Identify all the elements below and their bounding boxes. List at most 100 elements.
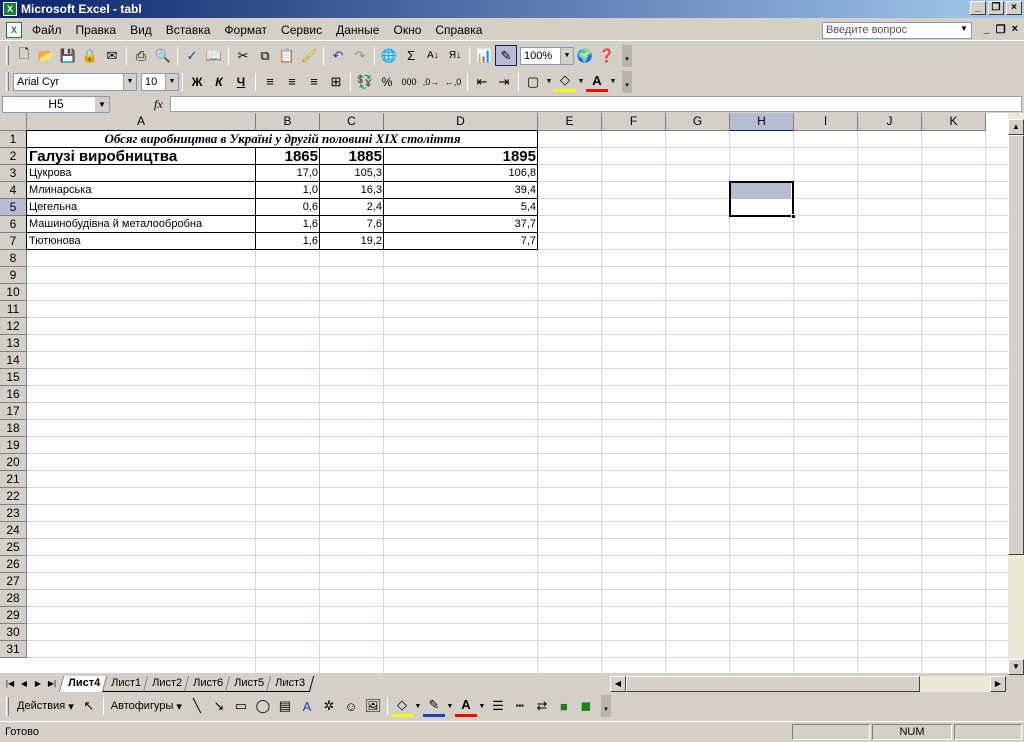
menu-data[interactable]: Данные: [329, 20, 386, 40]
row-header-15[interactable]: 15: [0, 369, 27, 386]
autosum-icon[interactable]: Σ: [400, 45, 422, 66]
row-header-26[interactable]: 26: [0, 556, 27, 573]
table-cell[interactable]: 1,6: [256, 233, 320, 250]
undo-icon[interactable]: ↶: [327, 45, 349, 66]
scroll-up-icon[interactable]: ▲: [1008, 119, 1024, 135]
row-header-1[interactable]: 1: [0, 131, 27, 148]
row-header-28[interactable]: 28: [0, 590, 27, 607]
table-cell[interactable]: 1,0: [256, 182, 320, 199]
row-header-14[interactable]: 14: [0, 352, 27, 369]
chevron-down-icon[interactable]: ▼: [960, 24, 968, 33]
help-question-input[interactable]: Введите вопрос: [822, 22, 972, 39]
vertical-scroll-thumb[interactable]: [1008, 135, 1024, 555]
column-header-d[interactable]: D: [384, 113, 538, 131]
row-header-23[interactable]: 23: [0, 505, 27, 522]
table-cell[interactable]: 37,7: [384, 216, 538, 233]
borders-icon[interactable]: ▢: [522, 71, 544, 92]
chevron-down-icon[interactable]: ▼: [608, 71, 618, 92]
row-header-5[interactable]: 5: [0, 199, 27, 216]
cell-header-4[interactable]: 1895: [384, 148, 538, 165]
globe-icon[interactable]: 🌍: [574, 45, 596, 66]
row-header-21[interactable]: 21: [0, 471, 27, 488]
font-color-icon[interactable]: A: [454, 696, 477, 717]
open-icon[interactable]: 📂: [35, 45, 57, 66]
arrow-icon[interactable]: ↘: [208, 696, 230, 717]
picture-icon[interactable]: 🖼: [362, 696, 384, 717]
row-header-29[interactable]: 29: [0, 607, 27, 624]
chevron-down-icon[interactable]: ▼: [445, 696, 455, 717]
currency-icon[interactable]: 💱: [354, 71, 376, 92]
vertical-scrollbar[interactable]: ▲ ▼: [1008, 113, 1024, 675]
font-color-icon[interactable]: A: [586, 71, 608, 92]
row-header-11[interactable]: 11: [0, 301, 27, 318]
merge-center-icon[interactable]: ⊞: [325, 71, 347, 92]
row-header-4[interactable]: 4: [0, 182, 27, 199]
row-header-22[interactable]: 22: [0, 488, 27, 505]
row-header-16[interactable]: 16: [0, 386, 27, 403]
row-header-20[interactable]: 20: [0, 454, 27, 471]
chevron-down-icon[interactable]: ▼: [477, 696, 487, 717]
scroll-down-icon[interactable]: ▼: [1008, 659, 1024, 675]
table-cell[interactable]: Млинарська: [27, 182, 256, 199]
cell-header-1[interactable]: Галузі виробництва: [27, 148, 256, 165]
copy-icon[interactable]: ⧉: [254, 45, 276, 66]
doc-restore-button[interactable]: ❐: [996, 23, 1006, 36]
save-icon[interactable]: 💾: [57, 45, 79, 66]
chart-wizard-icon[interactable]: 📊: [473, 45, 495, 66]
oval-icon[interactable]: ◯: [252, 696, 274, 717]
horizontal-scrollbar[interactable]: ◀ ▶: [610, 676, 1006, 692]
column-header-i[interactable]: I: [794, 113, 858, 131]
restore-button[interactable]: ❐: [988, 1, 1004, 15]
autoshapes-button[interactable]: Автофигуры ▾: [107, 696, 186, 716]
prev-sheet-icon[interactable]: ◀: [18, 679, 30, 688]
table-cell[interactable]: 7,7: [384, 233, 538, 250]
row-header-3[interactable]: 3: [0, 165, 27, 182]
percent-button[interactable]: %: [376, 71, 398, 92]
table-cell[interactable]: Цегельна: [27, 199, 256, 216]
new-icon[interactable]: 🗋: [13, 45, 35, 66]
increase-indent-icon[interactable]: ⇥: [493, 71, 515, 92]
research-icon[interactable]: 📖: [203, 45, 225, 66]
table-cell[interactable]: 106,8: [384, 165, 538, 182]
line-color-icon[interactable]: ✎: [422, 696, 445, 717]
menu-insert[interactable]: Вставка: [159, 20, 218, 40]
row-header-13[interactable]: 13: [0, 335, 27, 352]
minimize-button[interactable]: _: [970, 1, 986, 15]
worksheet-grid[interactable]: A B C D E F G H I J K 1 2 3 4 5 6 7 8 9 10 11 12 13 14 15 16 17 18 19…: [0, 113, 1008, 673]
column-header-g[interactable]: G: [666, 113, 730, 131]
table-cell[interactable]: 19,2: [320, 233, 384, 250]
thousands-button[interactable]: 000: [398, 71, 420, 92]
menu-format[interactable]: Формат: [217, 20, 274, 40]
chevron-down-icon[interactable]: ▼: [165, 73, 178, 90]
font-size-select[interactable]: 10 ▼: [141, 72, 179, 91]
spelling-icon[interactable]: ✓: [181, 45, 203, 66]
sort-descending-icon[interactable]: Я↓: [444, 45, 466, 66]
table-cell[interactable]: 39,4: [384, 182, 538, 199]
column-header-h[interactable]: H: [730, 113, 794, 131]
select-objects-icon[interactable]: ↖: [78, 696, 100, 717]
toolbar-options-icon[interactable]: ▾: [622, 70, 632, 93]
excel-icon[interactable]: X: [3, 2, 17, 16]
redo-icon[interactable]: ↷: [349, 45, 371, 66]
function-icon[interactable]: fx: [154, 97, 163, 112]
select-all-button[interactable]: [0, 113, 27, 131]
selected-cell-range[interactable]: [729, 181, 796, 219]
decrease-decimal-icon[interactable]: ←,0: [442, 71, 464, 92]
table-cell[interactable]: Тютюнова: [27, 233, 256, 250]
first-sheet-icon[interactable]: |◀: [4, 679, 16, 688]
drawing-icon[interactable]: ✎: [495, 45, 517, 66]
toolbar-options-icon[interactable]: ▾: [622, 44, 632, 67]
wordart-icon[interactable]: A: [296, 696, 318, 717]
workbook-icon[interactable]: X: [6, 21, 22, 38]
table-cell[interactable]: Машинобудівна й металообробна: [27, 216, 256, 233]
column-header-c[interactable]: C: [320, 113, 384, 131]
doc-minimize-button[interactable]: _: [984, 23, 990, 36]
name-box[interactable]: H5 ▼: [2, 95, 110, 113]
scroll-right-icon[interactable]: ▶: [990, 676, 1006, 692]
menu-window[interactable]: Окно: [386, 20, 428, 40]
clipart-icon[interactable]: ☺: [340, 696, 362, 717]
paste-icon[interactable]: 📋: [276, 45, 298, 66]
column-header-j[interactable]: J: [858, 113, 922, 131]
drawing-actions-button[interactable]: Действия ▾: [13, 696, 78, 716]
align-right-icon[interactable]: ≡: [303, 71, 325, 92]
